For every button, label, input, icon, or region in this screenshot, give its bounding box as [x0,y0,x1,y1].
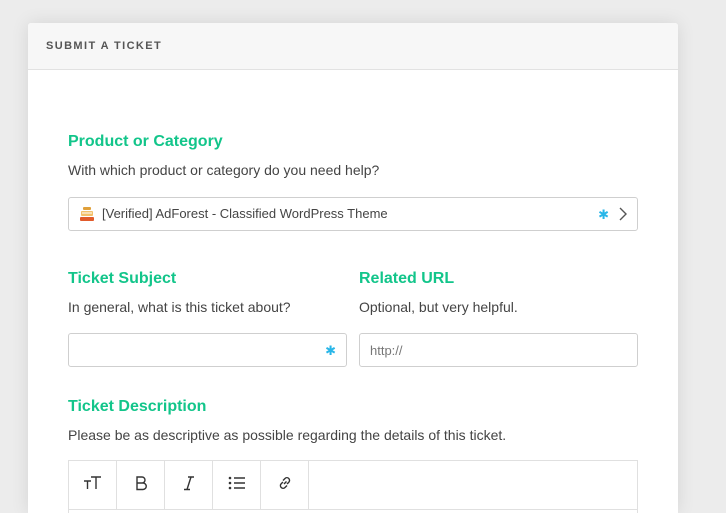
description-label: Ticket Description [68,398,207,415]
italic-button[interactable] [165,461,213,509]
text-size-button[interactable] [69,461,117,509]
related-url-label: Related URL [359,270,455,287]
related-url-help: Optional, but very helpful. [359,299,518,315]
card-header: SUBMIT A TICKET [28,23,678,70]
description-help: Please be as descriptive as possible reg… [68,427,507,443]
italic-icon [182,475,196,496]
editor-toolbar [68,460,638,510]
required-icon: ✱ [325,343,336,358]
product-value: [Verified] AdForest - Classified WordPre… [102,206,388,221]
bold-icon [134,475,148,496]
bullet-list-icon [228,475,246,496]
link-button[interactable] [261,461,309,509]
bold-button[interactable] [117,461,165,509]
subject-label: Ticket Subject [68,270,177,287]
text-size-icon [83,475,103,496]
related-url-field [359,333,638,367]
product-label: Product or Category [68,133,223,150]
product-thumbnail-icon [79,206,95,227]
related-url-input[interactable] [360,334,637,366]
product-select[interactable]: [Verified] AdForest - Classified WordPre… [68,197,638,231]
subject-input[interactable]: ✱ [68,333,347,367]
bullet-list-button[interactable] [213,461,261,509]
chevron-right-icon [619,207,627,226]
required-icon: ✱ [598,207,609,222]
card-title: SUBMIT A TICKET [46,40,163,52]
product-help: With which product or category do you ne… [68,162,380,178]
subject-help: In general, what is this ticket about? [68,299,291,315]
link-icon [277,475,293,496]
submit-ticket-card: SUBMIT A TICKET Product or Category With… [28,23,678,513]
